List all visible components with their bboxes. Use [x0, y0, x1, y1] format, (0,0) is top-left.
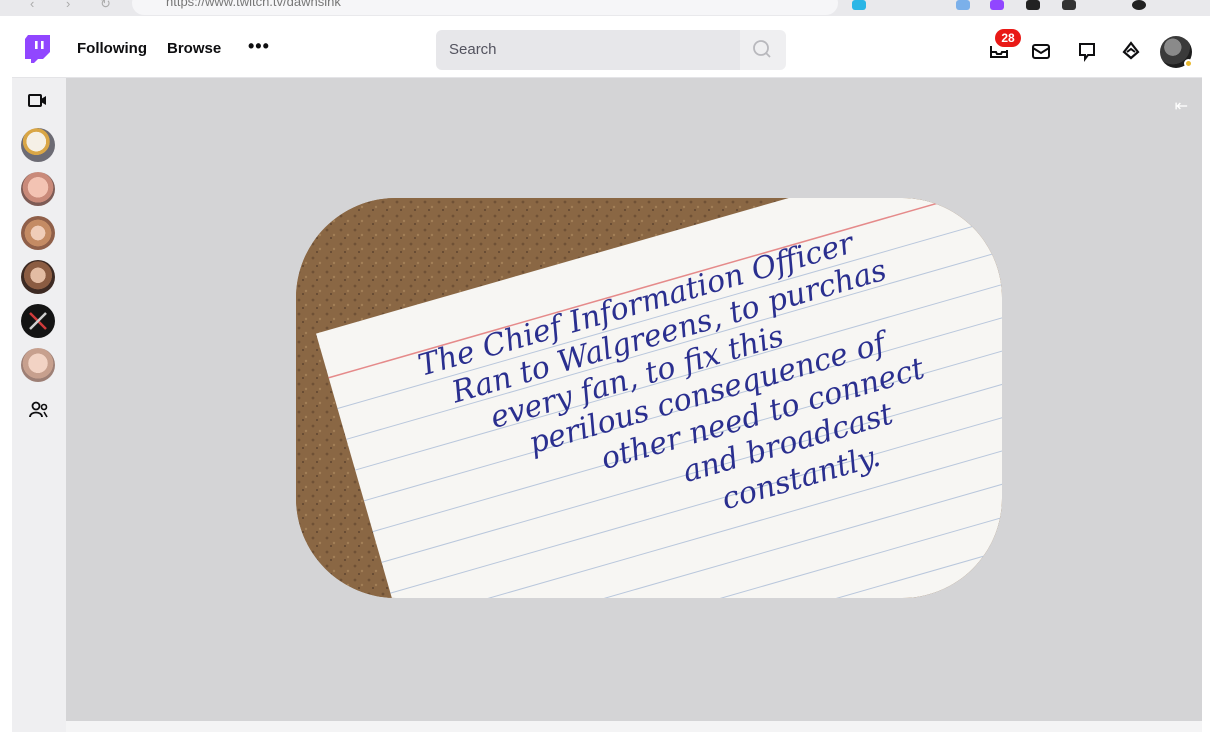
stream-video-frame: The Chief Information Officer Ran to Wal… — [296, 198, 1002, 598]
channel-avatar[interactable] — [21, 260, 55, 294]
extension-icon[interactable] — [1026, 0, 1040, 10]
collapse-chat-icon[interactable]: ⇤ — [1175, 96, 1188, 116]
channel-avatar[interactable] — [21, 128, 55, 162]
extension-icon[interactable] — [956, 0, 970, 10]
extension-icon[interactable] — [852, 0, 866, 10]
recommended-friends-icon[interactable] — [28, 400, 50, 420]
channel-avatar[interactable] — [21, 216, 55, 250]
reload-icon[interactable]: ↻ — [100, 0, 111, 12]
online-status-dot — [1184, 59, 1193, 68]
extension-icon[interactable] — [1062, 0, 1076, 10]
extension-icon[interactable] — [990, 0, 1004, 10]
search-icon — [753, 40, 771, 58]
following-link[interactable]: Following — [77, 40, 147, 57]
top-navigation: Following Browse ••• Search 28 — [12, 16, 1202, 78]
address-bar[interactable]: https://www.twitch.tv/dawnsink — [132, 0, 838, 15]
forward-icon[interactable]: › — [66, 0, 70, 11]
channel-avatar[interactable] — [21, 304, 55, 338]
bits-icon[interactable] — [1120, 40, 1142, 62]
user-avatar[interactable] — [1160, 36, 1193, 68]
index-card-image: The Chief Information Officer Ran to Wal… — [296, 198, 1002, 598]
notification-badge: 28 — [995, 29, 1021, 47]
browser-toolbar: ‹ › ↻ https://www.twitch.tv/dawnsink — [0, 0, 1210, 16]
followed-channels-rail — [12, 78, 66, 732]
followed-channels-icon[interactable] — [27, 92, 49, 110]
channel-avatar[interactable] — [21, 172, 55, 206]
profile-icon[interactable] — [1132, 0, 1146, 10]
window-edge — [0, 0, 12, 732]
more-menu-button[interactable]: ••• — [248, 36, 270, 57]
back-icon[interactable]: ‹ — [30, 0, 34, 11]
inbox-icon[interactable] — [1030, 40, 1052, 62]
search-input[interactable]: Search — [436, 30, 740, 70]
crossed-swords-icon — [29, 312, 47, 330]
channel-avatar[interactable] — [21, 348, 55, 382]
whispers-icon[interactable] — [1076, 40, 1098, 62]
player-footer — [66, 721, 1202, 732]
search-button[interactable] — [740, 30, 786, 70]
twitch-logo-icon[interactable] — [24, 34, 52, 64]
browse-link[interactable]: Browse — [167, 40, 221, 57]
